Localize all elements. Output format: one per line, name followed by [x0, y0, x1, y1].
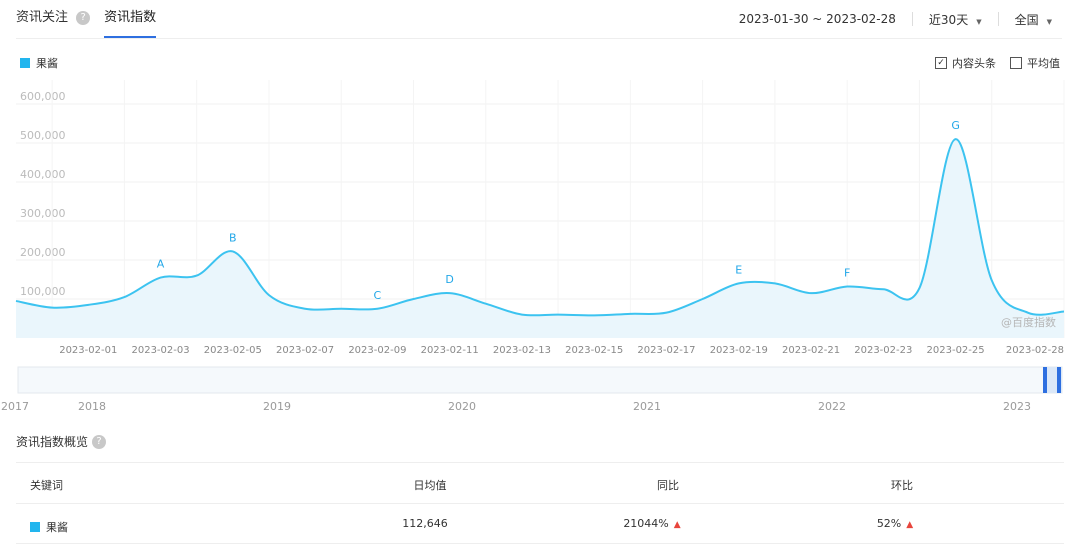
- overview-title-text: 资讯指数概览: [16, 435, 89, 449]
- x-tick-label: 2023-02-17: [637, 345, 695, 356]
- row-keyword: 果酱: [30, 519, 68, 535]
- yoy-cell: 21044% ▲: [623, 517, 680, 530]
- column-header-keyword: 关键词: [30, 479, 63, 492]
- x-tick-label: 2023-02-19: [710, 345, 768, 356]
- y-tick-label: 300,000: [20, 207, 66, 220]
- watermark: @百度指数: [1001, 315, 1056, 329]
- daily-average-value: 112,646: [402, 517, 448, 530]
- navigator-year-label: 2019: [263, 400, 291, 413]
- annotation-label: F: [844, 267, 850, 280]
- column-header-daily-average: 日均值: [413, 479, 447, 492]
- y-tick-label: 600,000: [20, 90, 66, 103]
- range-handle-left: [1043, 367, 1047, 393]
- range-handle-right: [1057, 367, 1061, 393]
- x-tick-label: 2023-02-13: [493, 345, 551, 356]
- x-tick-label: 2023-02-07: [276, 345, 334, 356]
- help-icon[interactable]: ?: [92, 434, 107, 449]
- x-tick-label: 2023-02-28: [1006, 345, 1064, 356]
- x-tick-label: 2023-02-25: [927, 345, 985, 356]
- navigator-year-label: 2017: [1, 400, 29, 413]
- x-tick-label: 2023-02-23: [854, 345, 912, 356]
- keyword-swatch: [30, 522, 40, 532]
- y-tick-label: 100,000: [20, 285, 66, 298]
- column-header-yoy: 同比: [657, 479, 679, 492]
- table-divider: [16, 503, 1064, 504]
- navigator-year-label: 2023: [1003, 400, 1031, 413]
- navigator-year-label: 2021: [633, 400, 661, 413]
- range-navigator: [17, 366, 1063, 394]
- annotation-label: D: [445, 273, 453, 286]
- x-tick-label: 2023-02-21: [782, 345, 840, 356]
- annotation-label: C: [374, 289, 382, 302]
- y-tick-label: 200,000: [20, 246, 66, 259]
- annotation-label: B: [229, 231, 237, 244]
- yoy-value: 21044%: [623, 517, 669, 530]
- news-index-chart: 100,000 200,000 300,000 400,000 500,000 600,0…: [1, 80, 1065, 413]
- keyword-label: 果酱: [46, 521, 68, 534]
- arrow-up-icon: ▲: [673, 520, 681, 530]
- y-tick-label: 400,000: [20, 168, 66, 181]
- arrow-up-icon: ▲: [906, 520, 914, 530]
- series-area-fill: [16, 139, 1064, 338]
- x-tick-label: 2023-02-03: [131, 345, 189, 356]
- table-divider: [16, 462, 1064, 463]
- y-tick-label: 500,000: [20, 129, 66, 142]
- column-header-mom: 环比: [891, 479, 913, 492]
- x-tick-label: 2023-02-05: [204, 345, 262, 356]
- annotation-label: E: [735, 263, 742, 276]
- x-tick-label: 2023-02-11: [421, 345, 479, 356]
- navigator-year-label: 2022: [818, 400, 846, 413]
- annotation-label: A: [157, 258, 165, 271]
- overview-title: 资讯指数概览 ?: [16, 433, 107, 450]
- annotation-label: G: [951, 119, 960, 132]
- x-tick-label: 2023-02-15: [565, 345, 623, 356]
- mom-cell: 52% ▲: [877, 517, 913, 530]
- x-tick-label: 2023-02-01: [59, 345, 117, 356]
- navigator-year-label: 2018: [78, 400, 106, 413]
- navigator-year-label: 2020: [448, 400, 476, 413]
- table-divider: [16, 543, 1064, 544]
- x-tick-label: 2023-02-09: [348, 345, 406, 356]
- mom-value: 52%: [876, 517, 902, 530]
